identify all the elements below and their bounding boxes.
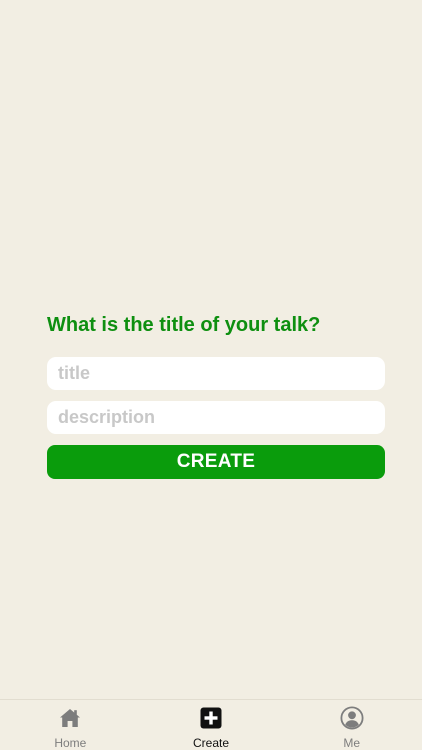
tab-create[interactable]: Create — [141, 700, 282, 750]
tab-me-label: Me — [343, 736, 361, 750]
home-icon — [60, 709, 81, 727]
tab-home-label: Home — [54, 736, 87, 750]
bottom-tab-bar: Home Create Me — [0, 699, 422, 750]
talk-title-question: What is the title of your talk? — [47, 314, 321, 336]
title-input[interactable] — [47, 357, 385, 390]
create-talk-form: What is the title of your talk? CREATE — [47, 312, 385, 479]
tab-me[interactable]: Me — [281, 700, 422, 750]
plus-square-icon — [200, 707, 222, 729]
description-input[interactable] — [47, 401, 385, 434]
user-circle-icon — [340, 706, 364, 730]
tab-home[interactable]: Home — [0, 700, 141, 750]
create-talk-screen: What is the title of your talk? CREATE H… — [0, 0, 422, 750]
tab-create-label: Create — [192, 736, 230, 750]
create-button[interactable]: CREATE — [47, 445, 385, 479]
